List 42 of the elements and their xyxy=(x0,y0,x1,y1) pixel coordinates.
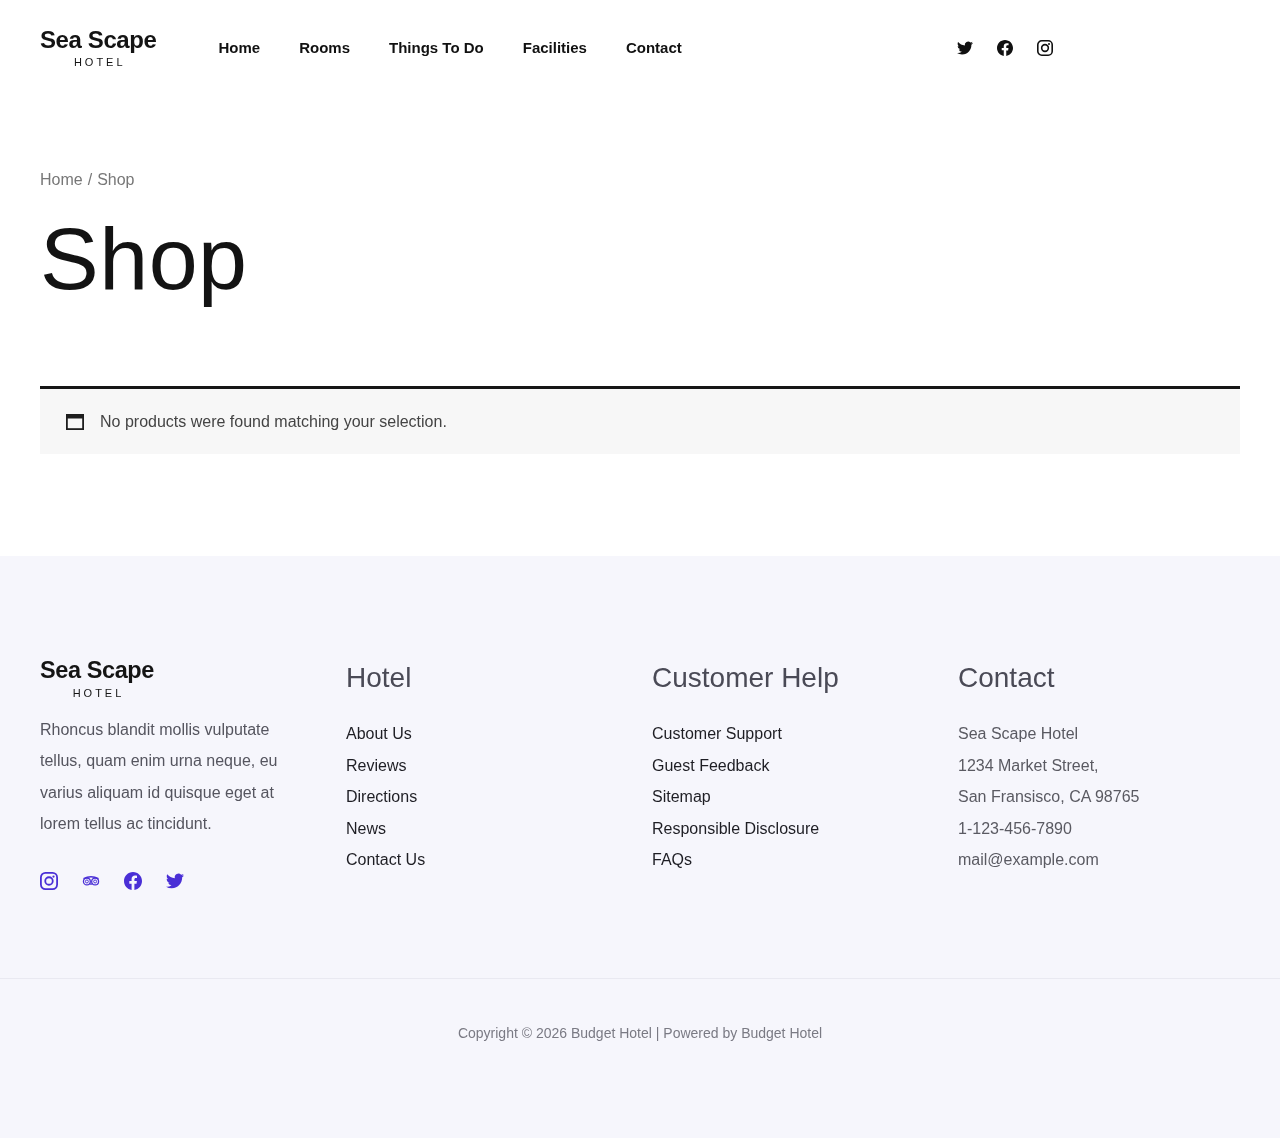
nav-link[interactable]: Home xyxy=(218,38,261,58)
footer-link[interactable]: Directions xyxy=(346,788,418,805)
footer-heading: Customer Help xyxy=(652,661,840,695)
instagram-icon[interactable] xyxy=(1037,40,1053,56)
footer-heading: Contact xyxy=(958,661,1056,695)
footer-link[interactable]: Reviews xyxy=(346,756,407,774)
owl-eyes-icon[interactable] xyxy=(82,875,100,886)
contact-line: San Fransisco, CA 98765 xyxy=(958,788,1140,805)
notice-message: No products were found matching your selection. xyxy=(100,411,447,432)
footer-description: Rhoncus blandit mollis vulputate tellus, quam enim urna neque, eu varius aliquam id quisque eget at lorem tellus ac tincidunt. xyxy=(40,719,279,834)
footer-link[interactable]: Sitemap xyxy=(652,788,711,805)
footer-link[interactable]: News xyxy=(346,819,386,837)
contact-line: mail@example.com xyxy=(958,851,1099,868)
logo-wordmark[interactable]: Sea Scape xyxy=(40,659,154,683)
footer-link[interactable]: Guest Feedback xyxy=(652,756,770,774)
breadcrumb-current: Shop xyxy=(97,170,135,190)
footer-link[interactable]: Responsible Disclosure xyxy=(652,819,820,837)
footer-heading: Hotel xyxy=(346,661,413,695)
breadcrumb-link[interactable]: Home xyxy=(40,170,83,190)
contact-line: 1234 Market Street, xyxy=(958,756,1099,774)
breadcrumb-separator: / xyxy=(87,170,93,190)
nav-link[interactable]: Things To Do xyxy=(389,38,484,58)
logo-wordmark[interactable]: Sea Scape xyxy=(40,28,157,52)
footer-link[interactable]: FAQs xyxy=(652,851,692,868)
nav-link[interactable]: Rooms xyxy=(299,38,350,58)
contact-line: Sea Scape Hotel xyxy=(958,725,1079,742)
window-icon xyxy=(66,413,84,430)
footer-link[interactable]: Contact Us xyxy=(346,851,426,868)
copyright-text: Copyright © 2026 Budget Hotel | Powered by Budget Hotel xyxy=(457,1025,823,1041)
facebook-icon[interactable] xyxy=(997,40,1013,56)
nav-link[interactable]: Facilities xyxy=(522,38,587,58)
logo-tagline: HOTEL xyxy=(72,57,126,68)
instagram-icon[interactable] xyxy=(40,871,58,890)
facebook-icon[interactable] xyxy=(124,871,142,890)
page-title: Shop xyxy=(40,209,249,309)
footer-link[interactable]: Customer Support xyxy=(652,725,782,742)
logo-tagline: HOTEL xyxy=(71,687,125,699)
footer-link[interactable]: About Us xyxy=(346,725,412,742)
twitter-icon[interactable] xyxy=(957,40,973,56)
contact-line: 1-123-456-7890 xyxy=(958,819,1072,837)
nav-link[interactable]: Contact xyxy=(625,38,682,58)
twitter-icon[interactable] xyxy=(166,871,184,890)
